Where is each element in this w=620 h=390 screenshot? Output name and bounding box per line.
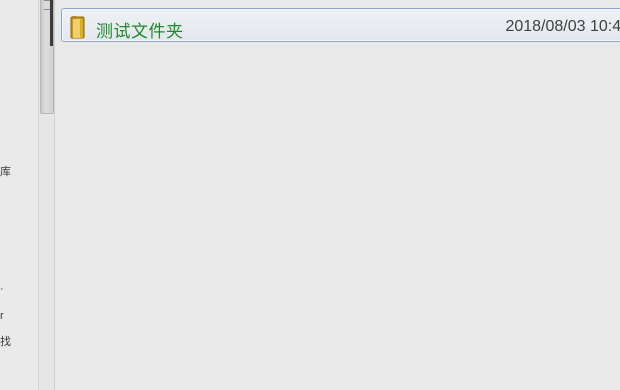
nav-item-fragment[interactable]: r: [0, 310, 4, 322]
nav-item-libraries[interactable]: 库: [0, 163, 11, 179]
nav-scrollbar[interactable]: [38, 0, 55, 390]
folder-icon: [70, 15, 86, 39]
date-modified: 2018/08/03 10:41: [505, 18, 620, 35]
explorer-window: 库 · r 找 测试文件夹 2018/08/03 10:41: [0, 0, 620, 390]
nav-item-fragment[interactable]: 找: [0, 333, 11, 349]
file-name[interactable]: 测试文件夹: [96, 17, 184, 42]
navigation-pane: 库 · r 找: [0, 0, 38, 390]
nav-item-fragment[interactable]: ·: [0, 283, 4, 295]
file-list: 测试文件夹 2018/08/03 10:41: [55, 0, 620, 390]
pane-splitter[interactable]: [50, 0, 53, 46]
file-row-folder[interactable]: 测试文件夹 2018/08/03 10:41: [61, 8, 620, 42]
